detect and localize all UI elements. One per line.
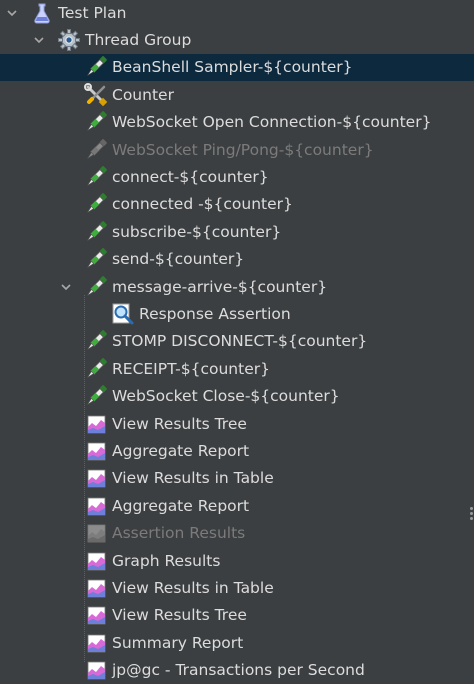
config-tools-icon xyxy=(84,82,108,107)
listener-graph-icon xyxy=(84,521,108,545)
tree-node-label: Graph Results xyxy=(112,551,221,570)
tree-node[interactable]: Summary Report xyxy=(0,629,474,656)
tree-node-label: STOMP DISCONNECT-${counter} xyxy=(112,332,368,351)
tree-node-label: WebSocket Close-${counter} xyxy=(112,387,340,406)
tree-node[interactable]: BeanShell Sampler-${counter} xyxy=(0,53,474,81)
tree-node-label: Summary Report xyxy=(112,633,244,652)
test-plan-tree[interactable]: Test Plan Thread Group BeanShell Sampler-$… xyxy=(0,0,474,684)
tree-node-label: connect-${counter} xyxy=(112,167,269,186)
listener-graph-icon xyxy=(84,439,108,463)
tree-node[interactable]: View Results in Table xyxy=(0,465,474,492)
tree-node[interactable]: View Results Tree xyxy=(0,602,474,629)
tree-node-label: connected -${counter} xyxy=(112,195,293,214)
splitter-grip-icon[interactable] xyxy=(469,505,474,527)
tree-node-label: View Results Tree xyxy=(112,414,247,433)
tree-node[interactable]: connected -${counter} xyxy=(0,191,474,218)
assertion-magnifier-icon xyxy=(111,302,135,326)
listener-graph-icon xyxy=(84,603,108,627)
listener-graph-icon xyxy=(84,549,108,573)
tree-node-label: Aggregate Report xyxy=(112,496,250,515)
tree-node[interactable]: RECEIPT-${counter} xyxy=(0,355,474,382)
tree-node[interactable]: WebSocket Close-${counter} xyxy=(0,383,474,410)
tree-node[interactable]: send-${counter} xyxy=(0,246,474,273)
tree-node[interactable]: View Results Tree xyxy=(0,410,474,437)
tree-node-label: Response Assertion xyxy=(139,304,291,323)
sampler-pipette-icon xyxy=(84,275,108,299)
sampler-pipette-icon xyxy=(84,384,108,408)
tree-node[interactable]: View Results in Table xyxy=(0,574,474,601)
tree-node-label: Test Plan xyxy=(58,3,127,22)
listener-graph-icon xyxy=(84,466,108,490)
sampler-pipette-icon xyxy=(84,357,108,381)
sampler-pipette-icon xyxy=(84,110,108,134)
sampler-pipette-icon xyxy=(84,192,108,216)
tree-node[interactable]: Test Plan xyxy=(0,0,474,26)
tree-node-label: View Results in Table xyxy=(112,578,274,597)
tree-node[interactable]: Aggregate Report xyxy=(0,437,474,464)
listener-graph-icon xyxy=(84,412,108,436)
listener-graph-icon xyxy=(84,494,108,518)
tree-node[interactable]: Assertion Results xyxy=(0,520,474,547)
tree-node-label: send-${counter} xyxy=(112,250,245,269)
tree-node-label: Counter xyxy=(112,85,174,104)
expand-arrow-down-icon[interactable] xyxy=(32,33,46,47)
tree-node-label: Aggregate Report xyxy=(112,441,250,460)
tree-node[interactable]: Aggregate Report xyxy=(0,492,474,519)
tree-node-label: Thread Group xyxy=(85,30,192,49)
sampler-pipette-icon xyxy=(84,138,108,162)
listener-graph-icon xyxy=(84,576,108,600)
tree-node-label: jp@gc - Transactions per Second xyxy=(112,661,365,680)
sampler-pipette-icon xyxy=(84,165,108,189)
tree-node[interactable]: subscribe-${counter} xyxy=(0,218,474,245)
tree-node-label: WebSocket Open Connection-${counter} xyxy=(112,113,432,132)
tree-node[interactable]: WebSocket Ping/Pong-${counter} xyxy=(0,136,474,163)
tree-node[interactable]: STOMP DISCONNECT-${counter} xyxy=(0,328,474,355)
tree-node-label: message-arrive-${counter} xyxy=(112,277,328,296)
tree-node[interactable]: connect-${counter} xyxy=(0,163,474,190)
sampler-pipette-icon xyxy=(84,220,108,244)
sampler-pipette-icon xyxy=(84,55,108,79)
tree-node-label: View Results Tree xyxy=(112,606,247,625)
tree-node-label: Assertion Results xyxy=(112,524,246,543)
tree-node-label: subscribe-${counter} xyxy=(112,222,282,241)
listener-graph-icon xyxy=(84,631,108,655)
tree-node-label: RECEIPT-${counter} xyxy=(112,359,270,378)
tree-node-label: View Results in Table xyxy=(112,469,274,488)
tree-node[interactable]: Thread Group xyxy=(0,26,474,53)
expand-arrow-down-icon[interactable] xyxy=(5,6,19,20)
tree-node[interactable]: Response Assertion xyxy=(0,300,474,327)
tree-node-label: WebSocket Ping/Pong-${counter} xyxy=(112,140,374,159)
tree-node-label: BeanShell Sampler-${counter} xyxy=(112,58,353,77)
sampler-pipette-icon xyxy=(84,329,108,353)
test-plan-flask-icon xyxy=(30,1,54,25)
tree-node[interactable]: jp@gc - Transactions per Second xyxy=(0,657,474,684)
sampler-pipette-icon xyxy=(84,247,108,271)
thread-group-gear-icon xyxy=(57,28,81,52)
tree-node[interactable]: message-arrive-${counter} xyxy=(0,273,474,300)
listener-graph-icon xyxy=(84,658,108,682)
tree-node[interactable]: Counter xyxy=(0,81,474,108)
tree-node[interactable]: Graph Results xyxy=(0,547,474,574)
tree-node[interactable]: WebSocket Open Connection-${counter} xyxy=(0,109,474,136)
expand-arrow-down-icon[interactable] xyxy=(59,280,73,294)
